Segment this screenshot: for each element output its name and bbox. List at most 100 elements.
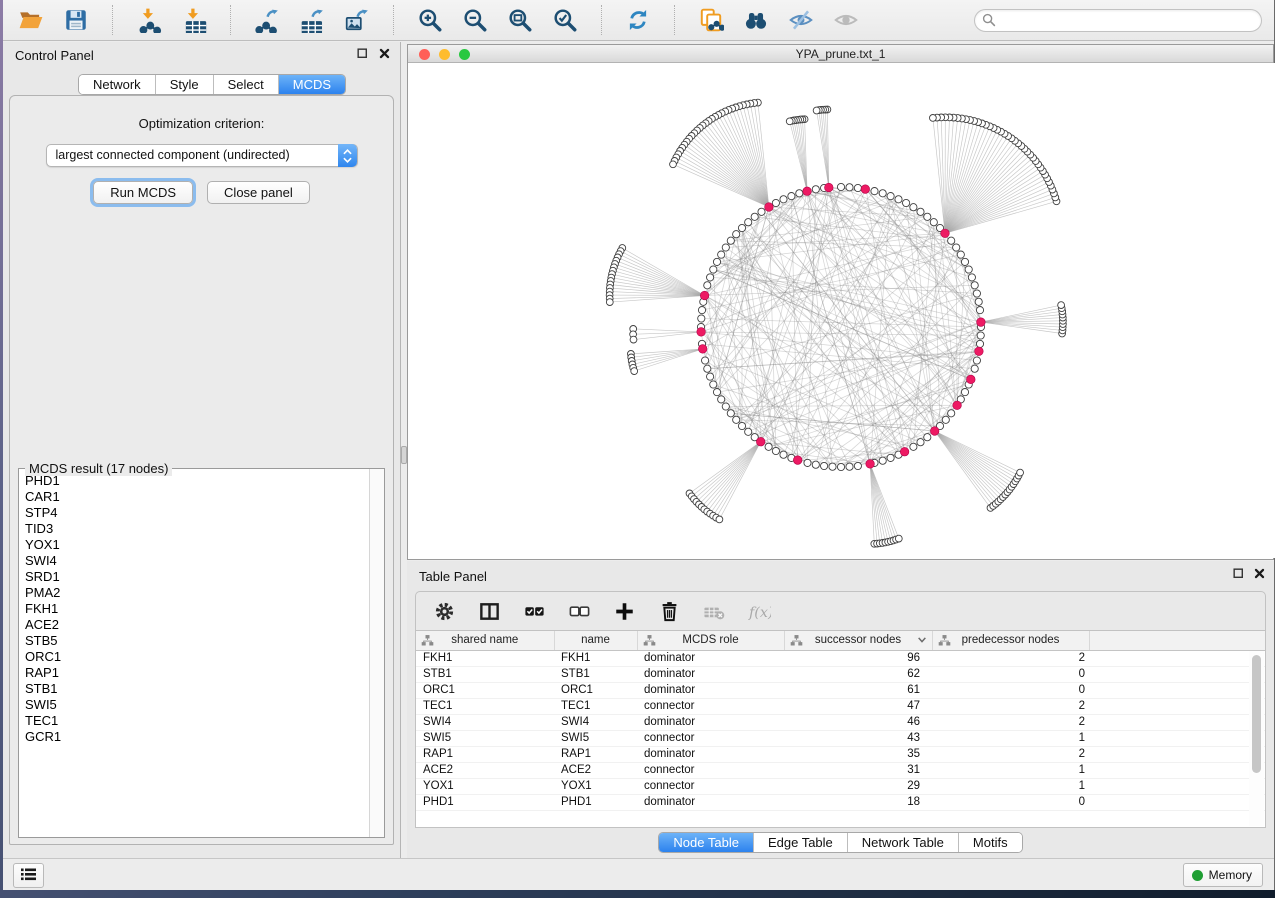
ring-node[interactable] bbox=[965, 266, 972, 273]
cell-predecessor-nodes[interactable]: 1 bbox=[932, 730, 1089, 746]
ring-node[interactable] bbox=[948, 237, 955, 244]
mcds-node-item[interactable]: SRD1 bbox=[25, 569, 368, 585]
dominator-node[interactable] bbox=[866, 460, 875, 469]
dominator-node[interactable] bbox=[977, 318, 986, 327]
dominator-node[interactable] bbox=[941, 229, 950, 238]
cell-shared-name[interactable]: ACE2 bbox=[416, 762, 554, 778]
leaf-node[interactable] bbox=[786, 118, 793, 125]
cell-name[interactable]: STB1 bbox=[554, 666, 637, 682]
tab-mcds[interactable]: MCDS bbox=[278, 75, 345, 94]
ring-node[interactable] bbox=[713, 389, 720, 396]
leaf-node[interactable] bbox=[716, 516, 723, 523]
zoom-out-button[interactable] bbox=[457, 4, 493, 36]
table-row[interactable]: SWI4SWI4dominator462 bbox=[416, 714, 1266, 730]
ring-node[interactable] bbox=[780, 196, 787, 203]
ring-node[interactable] bbox=[751, 213, 758, 220]
mcds-node-item[interactable]: YOX1 bbox=[25, 537, 368, 553]
table-row[interactable]: STB1STB1dominator620 bbox=[416, 666, 1266, 682]
tab-select[interactable]: Select bbox=[213, 75, 278, 94]
mcds-node-item[interactable]: STB5 bbox=[25, 633, 368, 649]
leaf-node[interactable] bbox=[631, 368, 638, 375]
cell-mcds-role[interactable]: connector bbox=[637, 762, 784, 778]
close-panel-icon[interactable] bbox=[376, 47, 392, 63]
mcds-node-item[interactable]: SWI4 bbox=[25, 553, 368, 569]
cell-mcds-role[interactable]: dominator bbox=[637, 794, 784, 810]
table-row[interactable]: ORC1ORC1dominator610 bbox=[416, 682, 1266, 698]
cell-name[interactable]: ACE2 bbox=[554, 762, 637, 778]
table-scrollbar[interactable] bbox=[1249, 651, 1264, 826]
ring-node[interactable] bbox=[758, 208, 765, 215]
float-panel-icon[interactable] bbox=[354, 47, 370, 63]
hide-selected-button[interactable] bbox=[783, 4, 819, 36]
ring-node[interactable] bbox=[704, 365, 711, 372]
ring-node[interactable] bbox=[745, 428, 752, 435]
leaf-node[interactable] bbox=[1058, 302, 1065, 309]
mcds-node-item[interactable]: FKH1 bbox=[25, 601, 368, 617]
cell-mcds-role[interactable]: dominator bbox=[637, 746, 784, 762]
ring-node[interactable] bbox=[942, 416, 949, 423]
dominator-node[interactable] bbox=[803, 187, 812, 196]
cell-shared-name[interactable]: PHD1 bbox=[416, 794, 554, 810]
ring-node[interactable] bbox=[704, 282, 711, 289]
ring-node[interactable] bbox=[796, 190, 803, 197]
zoom-selected-button[interactable] bbox=[547, 4, 583, 36]
dominator-node[interactable] bbox=[756, 437, 765, 446]
cell-predecessor-nodes[interactable]: 2 bbox=[932, 698, 1089, 714]
ring-node[interactable] bbox=[772, 447, 779, 454]
ring-node[interactable] bbox=[738, 224, 745, 231]
ring-node[interactable] bbox=[953, 244, 960, 251]
table-float-icon[interactable] bbox=[1230, 567, 1246, 583]
ring-node[interactable] bbox=[968, 274, 975, 281]
mcds-node-item[interactable]: PMA2 bbox=[25, 585, 368, 601]
ring-node[interactable] bbox=[804, 459, 811, 466]
cell-predecessor-nodes[interactable]: 0 bbox=[932, 794, 1089, 810]
ring-node[interactable] bbox=[812, 186, 819, 193]
dominator-node[interactable] bbox=[793, 456, 802, 465]
ring-node[interactable] bbox=[973, 357, 980, 364]
ring-node[interactable] bbox=[975, 298, 982, 305]
ring-node[interactable] bbox=[718, 251, 725, 258]
dominator-node[interactable] bbox=[697, 328, 706, 337]
ring-node[interactable] bbox=[961, 389, 968, 396]
ring-node[interactable] bbox=[917, 439, 924, 446]
column-header-shared-name[interactable]: shared name bbox=[416, 631, 554, 650]
ring-node[interactable] bbox=[837, 183, 844, 190]
status-menu-button[interactable] bbox=[13, 863, 44, 888]
search-input[interactable] bbox=[974, 9, 1262, 32]
ring-node[interactable] bbox=[948, 410, 955, 417]
column-header-predecessor-nodes[interactable]: predecessor nodes bbox=[932, 631, 1089, 650]
cell-predecessor-nodes[interactable]: 2 bbox=[932, 714, 1089, 730]
ring-node[interactable] bbox=[903, 199, 910, 206]
tab-motifs[interactable]: Motifs bbox=[958, 833, 1022, 852]
traffic-zoom-button[interactable] bbox=[459, 49, 470, 60]
cell-shared-name[interactable]: TEC1 bbox=[416, 698, 554, 714]
ring-node[interactable] bbox=[846, 184, 853, 191]
cell-name[interactable]: RAP1 bbox=[554, 746, 637, 762]
dominator-node[interactable] bbox=[953, 401, 962, 410]
ring-node[interactable] bbox=[879, 190, 886, 197]
leaf-node[interactable] bbox=[606, 299, 613, 306]
ring-node[interactable] bbox=[971, 282, 978, 289]
ring-node[interactable] bbox=[765, 443, 772, 450]
ring-node[interactable] bbox=[713, 258, 720, 265]
cell-shared-name[interactable]: RAP1 bbox=[416, 746, 554, 762]
cell-mcds-role[interactable]: dominator bbox=[637, 650, 784, 666]
dominator-node[interactable] bbox=[700, 291, 709, 300]
cell-mcds-role[interactable]: dominator bbox=[637, 666, 784, 682]
tab-network[interactable]: Network bbox=[79, 75, 155, 94]
mcds-node-item[interactable]: PHD1 bbox=[25, 473, 368, 489]
ring-node[interactable] bbox=[957, 251, 964, 258]
ring-node[interactable] bbox=[961, 258, 968, 265]
cell-mcds-role[interactable]: connector bbox=[637, 698, 784, 714]
ring-node[interactable] bbox=[910, 204, 917, 211]
tab-network-table[interactable]: Network Table bbox=[847, 833, 958, 852]
mcds-node-item[interactable]: STB1 bbox=[25, 681, 368, 697]
cell-predecessor-nodes[interactable]: 2 bbox=[932, 746, 1089, 762]
import-table-button[interactable] bbox=[176, 4, 212, 36]
tab-style[interactable]: Style bbox=[155, 75, 213, 94]
ring-node[interactable] bbox=[727, 410, 734, 417]
ring-node[interactable] bbox=[917, 208, 924, 215]
ring-node[interactable] bbox=[727, 237, 734, 244]
ring-node[interactable] bbox=[707, 274, 714, 281]
mcds-node-item[interactable]: STP4 bbox=[25, 505, 368, 521]
